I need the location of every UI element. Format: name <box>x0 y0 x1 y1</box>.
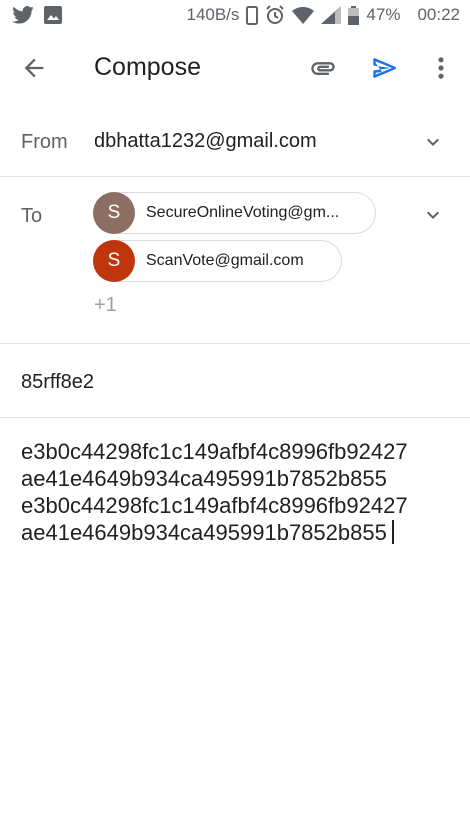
signal-icon <box>321 6 342 24</box>
more-options-button[interactable] <box>432 54 450 82</box>
to-label: To <box>21 205 43 227</box>
to-expand-button[interactable] <box>421 203 445 227</box>
from-label: From <box>21 131 68 153</box>
from-row: From dbhatta1232@gmail.com <box>0 108 470 177</box>
chevron-down-icon <box>427 211 439 219</box>
attach-button[interactable] <box>307 54 339 82</box>
send-button[interactable] <box>370 54 402 82</box>
attachment-icon <box>311 62 335 75</box>
body-line: e3b0c44298fc1c149afbf4c8996fb92427 <box>21 439 408 464</box>
to-row: To S SecureOnlineVoting@gm... S ScanVote… <box>0 177 470 344</box>
subject-field[interactable]: 85rff8e2 <box>21 371 94 394</box>
twitter-icon <box>12 6 34 24</box>
image-icon <box>44 6 62 24</box>
status-bar: 140B/s 47% 00:22 <box>0 0 470 34</box>
network-speed: 140B/s <box>186 5 240 24</box>
phone-icon <box>246 5 259 25</box>
battery-percent: 47% <box>366 5 401 24</box>
back-arrow-icon <box>24 58 44 78</box>
subject-row: 85rff8e2 <box>0 345 470 418</box>
from-account[interactable]: dbhatta1232@gmail.com <box>94 130 317 153</box>
clock-time: 00:22 <box>417 5 460 24</box>
battery-icon <box>348 5 360 25</box>
back-button[interactable] <box>20 54 48 82</box>
avatar: S <box>93 240 135 282</box>
notification-icons <box>12 6 62 24</box>
recipient-chip[interactable]: S SecureOnlineVoting@gm... <box>93 192 376 234</box>
recipient-email: SecureOnlineVoting@gm... <box>146 204 340 221</box>
wifi-icon <box>292 6 315 24</box>
app-bar: Compose <box>0 34 470 102</box>
recipient-email: ScanVote@gmail.com <box>146 252 304 269</box>
system-status: 140B/s 47% 00:22 <box>186 5 460 25</box>
recipient-chip[interactable]: S ScanVote@gmail.com <box>93 240 342 282</box>
from-expand-button[interactable] <box>421 130 445 154</box>
body-line: ae41e4649b934ca495991b7852b855 <box>21 519 461 546</box>
more-vert-icon <box>438 57 444 79</box>
more-recipients-count[interactable]: +1 <box>94 294 117 317</box>
body-line-text: ae41e4649b934ca495991b7852b855 <box>21 520 387 545</box>
body-line: e3b0c44298fc1c149afbf4c8996fb92427 <box>21 493 408 518</box>
text-cursor <box>391 520 394 544</box>
body-line: ae41e4649b934ca495991b7852b855 <box>21 466 387 491</box>
page-title: Compose <box>94 53 201 81</box>
chevron-down-icon <box>427 138 439 146</box>
alarm-icon <box>265 5 285 25</box>
compose-body[interactable]: e3b0c44298fc1c149afbf4c8996fb92427 ae41e… <box>21 438 461 546</box>
send-icon <box>373 58 397 78</box>
avatar: S <box>93 192 135 234</box>
